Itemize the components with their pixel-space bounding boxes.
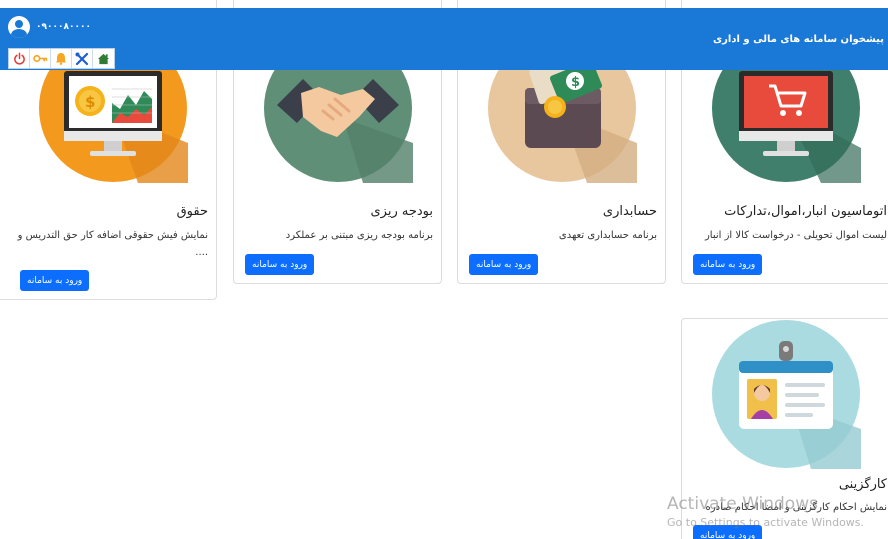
svg-text:$: $ bbox=[571, 75, 580, 90]
enter-system-button[interactable]: ورود به سامانه bbox=[245, 254, 315, 275]
user-info[interactable]: ۰۹۰۰۰۸۰۰۰۰ bbox=[8, 16, 91, 38]
enter-system-button[interactable]: ورود به سامانه bbox=[20, 270, 90, 291]
power-icon[interactable] bbox=[9, 49, 30, 68]
card-title: اتوماسیون انبار،اموال،تدارکات bbox=[724, 204, 887, 219]
svg-text:$: $ bbox=[85, 93, 95, 111]
card-title: کارگزینی bbox=[838, 477, 887, 492]
user-id: ۰۹۰۰۰۸۰۰۰۰ bbox=[36, 22, 91, 32]
watermark-title: Activate Windows bbox=[667, 494, 818, 514]
user-avatar-icon[interactable] bbox=[8, 16, 30, 38]
watermark-subtitle: Go to Settings to activate Windows. bbox=[667, 516, 865, 529]
card-description: لیست اموال تحویلی - درخواست کالا از انبا… bbox=[704, 230, 887, 241]
card-title: بودجه ریزی bbox=[370, 204, 433, 219]
user-toolbar bbox=[8, 48, 115, 69]
card-title: حسابداری bbox=[602, 204, 657, 219]
enter-system-button[interactable]: ورود به سامانه bbox=[693, 254, 763, 275]
top-navbar: پیشخوان سامانه های مالی و اداری ۰۹۰۰۰۸۰۰… bbox=[0, 8, 888, 70]
id-badge-illustration bbox=[712, 320, 861, 469]
app-title: پیشخوان سامانه های مالی و اداری bbox=[712, 34, 884, 45]
home-icon[interactable] bbox=[93, 49, 114, 68]
enter-system-button[interactable]: ورود به سامانه bbox=[469, 254, 539, 275]
key-icon[interactable] bbox=[30, 49, 51, 68]
bell-icon[interactable] bbox=[51, 49, 72, 68]
tools-icon[interactable] bbox=[72, 49, 93, 68]
card-description: برنامه حسابداری تعهدی bbox=[558, 230, 657, 241]
card-description: برنامه بودجه ریزی مبتنی بر عملکرد bbox=[285, 230, 433, 241]
card-title: حقوق bbox=[176, 204, 208, 219]
card-description: نمایش فیش حقوقی اضافه کار حق التدریس و .… bbox=[17, 230, 208, 258]
